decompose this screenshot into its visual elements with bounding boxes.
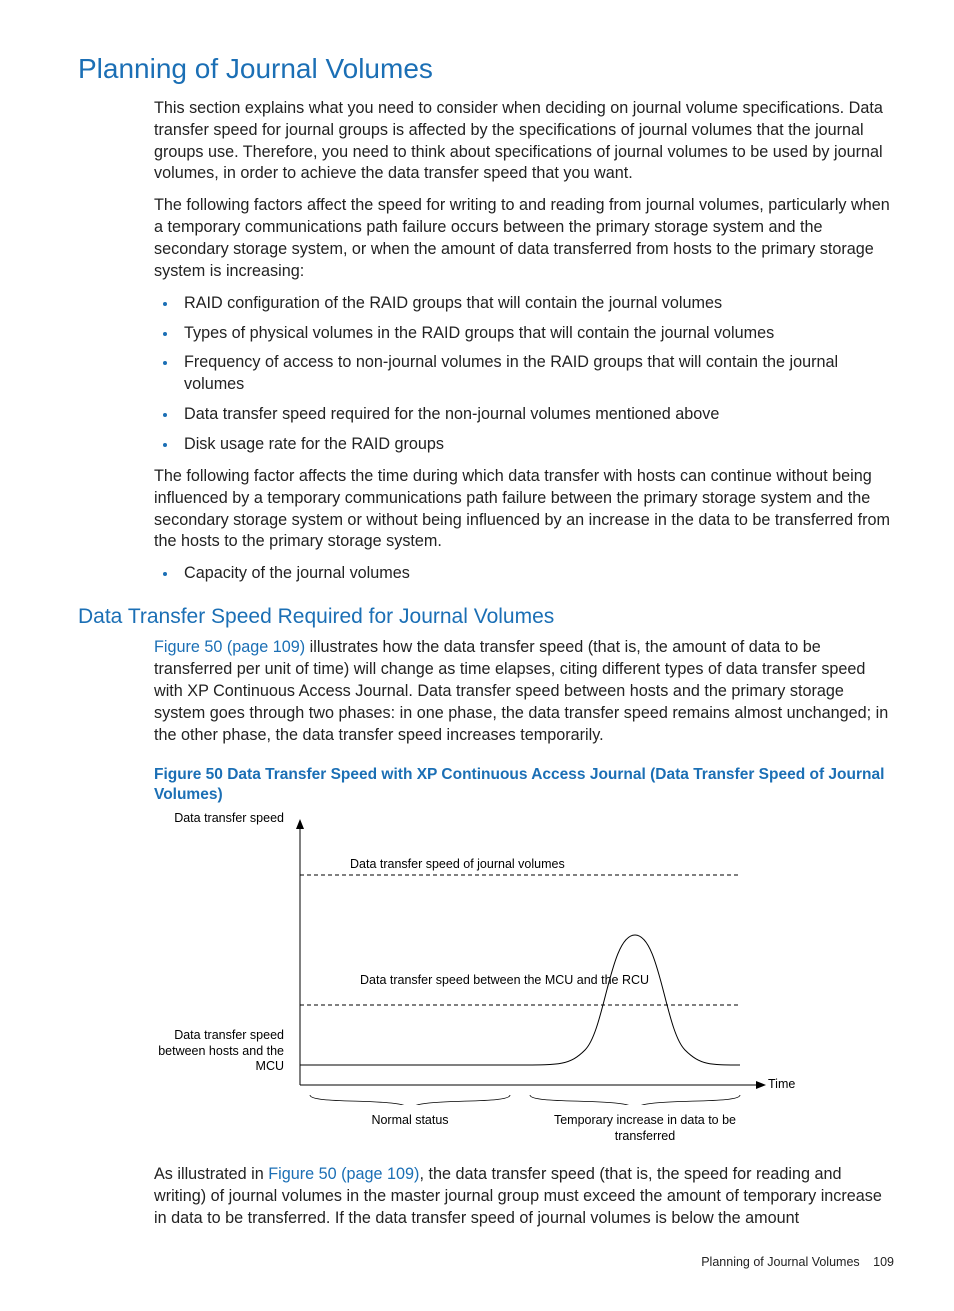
list-item: Types of physical volumes in the RAID gr…: [178, 323, 894, 345]
list-item: Capacity of the journal volumes: [178, 563, 894, 585]
paragraph: This section explains what you need to c…: [154, 98, 894, 185]
figure-caption: Figure 50 Data Transfer Speed with XP Co…: [154, 765, 894, 805]
chart-x-axis-label: Time: [768, 1077, 795, 1093]
chart-y-label-top: Data transfer speed: [154, 811, 284, 827]
paragraph: The following factors affect the speed f…: [154, 195, 894, 282]
paragraph-text: As illustrated in: [154, 1165, 268, 1183]
chart-x-segment-left: Normal status: [300, 1113, 520, 1144]
figure-chart: Data transfer speed Data transfer speed …: [154, 815, 894, 1144]
chart-x-segment-right: Temporary increase in data to be transfe…: [530, 1113, 760, 1144]
chart-series-label-lower: Data transfer speed between the MCU and …: [360, 973, 649, 989]
list-item: Frequency of access to non-journal volum…: [178, 352, 894, 396]
list-item: Disk usage rate for the RAID groups: [178, 434, 894, 456]
footer-section-title: Planning of Journal Volumes: [701, 1255, 859, 1269]
footer-page-number: 109: [873, 1255, 894, 1269]
bullet-list: Capacity of the journal volumes: [154, 563, 894, 585]
section-heading: Planning of Journal Volumes: [78, 50, 894, 88]
list-item: RAID configuration of the RAID groups th…: [178, 293, 894, 315]
bullet-list: RAID configuration of the RAID groups th…: [154, 293, 894, 456]
chart-series-label-upper: Data transfer speed of journal volumes: [350, 857, 565, 873]
subsection-heading: Data Transfer Speed Required for Journal…: [78, 603, 894, 631]
page-footer: Planning of Journal Volumes 109: [78, 1254, 894, 1271]
paragraph: The following factor affects the time du…: [154, 466, 894, 553]
cross-reference-link[interactable]: Figure 50 (page 109): [268, 1165, 419, 1183]
paragraph: Figure 50 (page 109) illustrates how the…: [154, 637, 894, 746]
chart-y-label-side: Data transfer speed between hosts and th…: [154, 1028, 284, 1075]
paragraph: As illustrated in Figure 50 (page 109), …: [154, 1164, 894, 1230]
list-item: Data transfer speed required for the non…: [178, 404, 894, 426]
cross-reference-link[interactable]: Figure 50 (page 109): [154, 638, 305, 656]
